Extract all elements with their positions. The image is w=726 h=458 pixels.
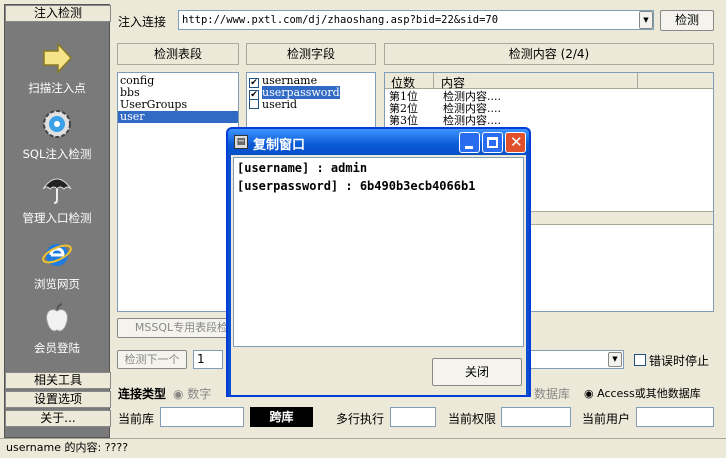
url-input[interactable]: http://www.pxtl.com/dj/zhaoshang.asp?bid… — [178, 10, 654, 30]
next-count-input[interactable]: 1 — [193, 350, 223, 369]
cross-db-button[interactable]: 跨库 — [250, 407, 313, 427]
apple-icon — [46, 303, 68, 332]
status-bar: username 的内容: ???? — [0, 438, 726, 458]
copy-window-dialog: ▤ 复制窗口 ✕ [username] : admin [userpasswor… — [226, 127, 531, 397]
internet-explorer-icon — [42, 244, 72, 266]
checkbox[interactable] — [249, 99, 259, 109]
nav-member-login[interactable]: 会员登陆 — [5, 299, 109, 363]
stop-on-error-checkbox[interactable]: 错误时停止 — [634, 352, 709, 369]
multi-exec-label: 多行执行 — [336, 412, 385, 426]
minimize-icon[interactable] — [459, 132, 480, 153]
settings-button[interactable]: 设置选项 — [5, 391, 111, 408]
column-header: 内容 — [441, 76, 466, 90]
current-db-field[interactable] — [160, 407, 244, 427]
dialog-titlebar[interactable]: ▤ 复制窗口 ✕ — [228, 129, 529, 155]
current-perm-label: 当前权限 — [448, 412, 497, 426]
maximize-icon[interactable] — [482, 132, 503, 153]
text-line: [userpassword] : 6b490b3ecb4066b1 — [237, 179, 476, 193]
fields-header: 检测字段 — [246, 43, 376, 65]
sidebar: 注入检测 扫描注入点 SQL注入检测 管理入口检测 浏览网页 会员登陆 相关工具… — [4, 4, 111, 438]
field-item[interactable]: userid — [247, 99, 375, 111]
grid-cell: 第3位 — [389, 114, 418, 127]
current-user-label: 当前用户 — [582, 412, 631, 426]
checkbox[interactable] — [634, 354, 646, 366]
radio-access[interactable]: ◉ Access或其他数据库 — [584, 385, 701, 401]
detect-next-button[interactable]: 检测下一个 — [117, 350, 187, 369]
nav-label: 会员登陆 — [34, 341, 80, 355]
nav-label: 浏览网页 — [34, 277, 80, 291]
current-perm-field[interactable] — [501, 407, 571, 427]
dialog-close-button[interactable]: 关闭 — [432, 358, 522, 386]
nav-scan-injection[interactable]: 扫描注入点 — [5, 39, 109, 103]
dialog-body: [username] : admin [userpassword] : 6b49… — [231, 155, 526, 395]
tables-list[interactable]: config bbs UserGroups user — [117, 72, 239, 312]
list-item[interactable]: user — [118, 111, 238, 123]
chevron-down-icon: ▼ — [643, 16, 649, 24]
radio-digit[interactable]: ◉ 数字 — [173, 385, 211, 402]
text-line: [username] : admin — [237, 161, 368, 175]
column-header: 位数 — [391, 76, 416, 90]
radio-db[interactable]: 数据库 — [534, 385, 570, 402]
field-dropdown[interactable]: ▼ — [520, 350, 624, 369]
nav-browse-web[interactable]: 浏览网页 — [5, 235, 109, 299]
grid-header — [531, 211, 713, 225]
arrow-right-icon — [43, 42, 73, 74]
nav-label: 扫描注入点 — [28, 81, 86, 95]
umbrella-icon — [42, 178, 72, 204]
inject-detect-tab[interactable]: 注入检测 — [5, 5, 111, 22]
connection-type-label: 连接类型 — [118, 387, 167, 401]
current-db-label: 当前库 — [118, 412, 155, 426]
url-dropdown-button[interactable]: ▼ — [639, 11, 653, 29]
content-header: 检测内容 (2/4) — [384, 43, 714, 65]
window-icon: ▤ — [234, 135, 248, 149]
current-user-field[interactable] — [636, 407, 714, 427]
nav-label: SQL注入检测 — [22, 147, 92, 161]
related-tools-button[interactable]: 相关工具 — [5, 372, 111, 389]
nav-admin-entry[interactable]: 管理入口检测 — [5, 169, 109, 233]
about-button[interactable]: 关于... — [5, 410, 111, 427]
tables-header: 检测表段 — [117, 43, 239, 65]
nav-label: 管理入口检测 — [22, 211, 92, 225]
grid-cell: 检测内容.... — [443, 114, 501, 127]
close-icon[interactable]: ✕ — [505, 132, 526, 153]
dialog-title: 复制窗口 — [253, 138, 306, 153]
gear-globe-icon — [43, 110, 71, 138]
url-label: 注入连接 — [118, 15, 167, 29]
multi-exec-field[interactable] — [390, 407, 436, 427]
dialog-text-area[interactable]: [username] : admin [userpassword] : 6b49… — [233, 157, 524, 347]
grid-header: 位数 内容 — [385, 73, 713, 90]
detect-button[interactable]: 检测 — [660, 10, 714, 31]
chevron-down-icon[interactable]: ▼ — [608, 352, 622, 367]
nav-sql-injection[interactable]: SQL注入检测 — [5, 105, 109, 169]
